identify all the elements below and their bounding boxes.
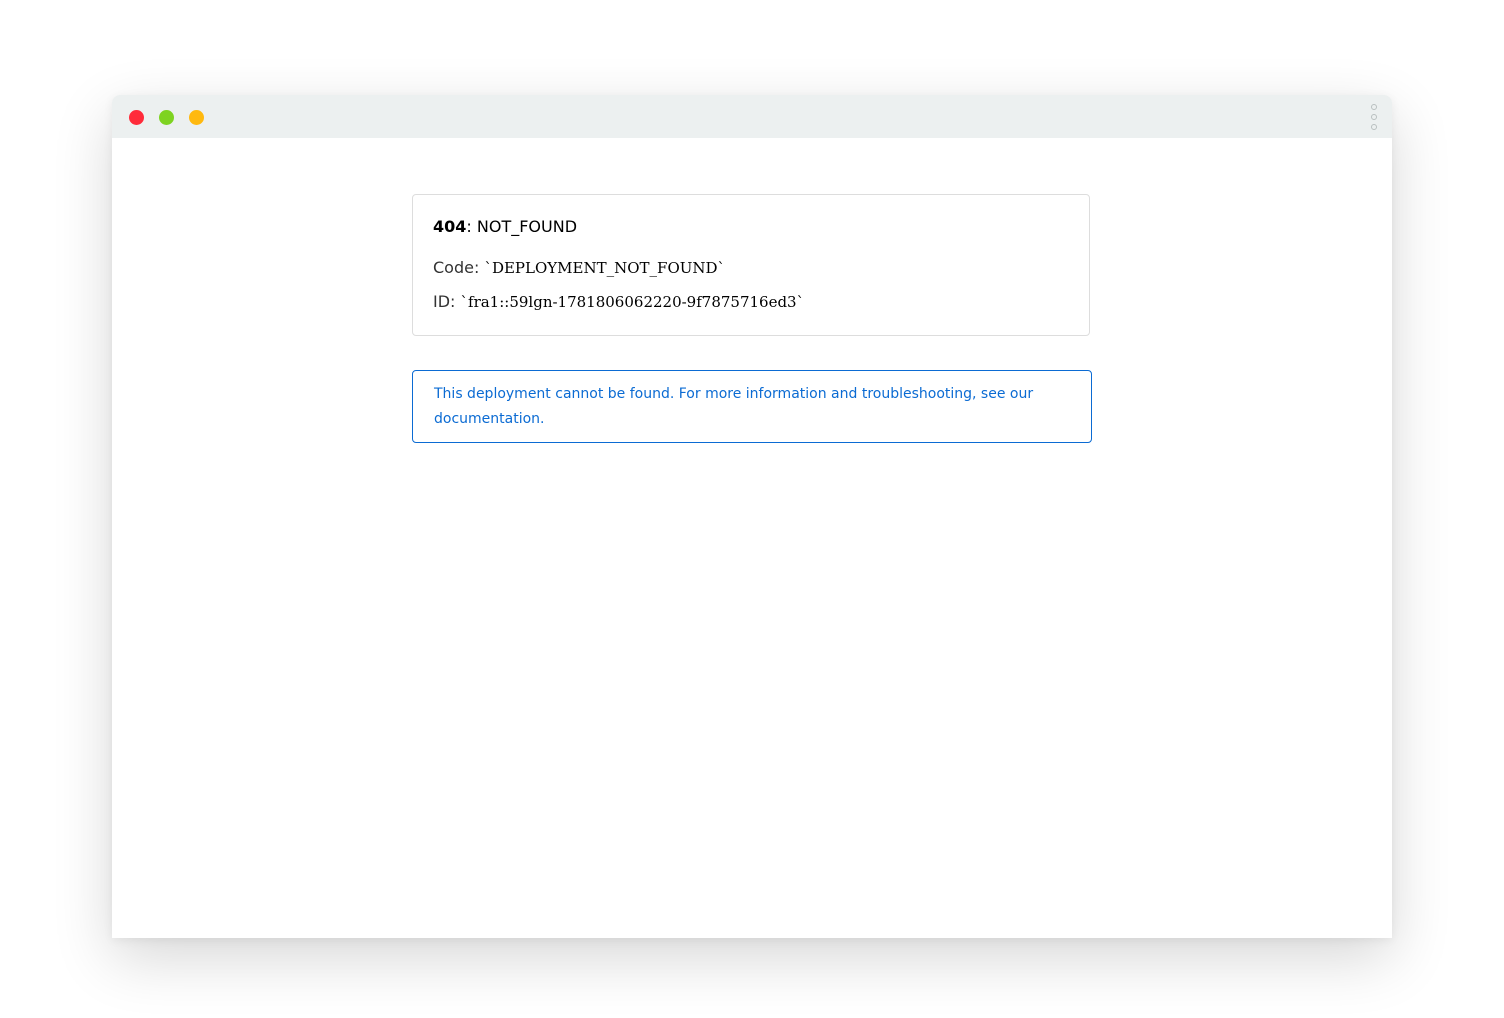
error-card: 404: NOT_FOUND Code: `DEPLOYMENT_NOT_FOU…	[412, 194, 1090, 336]
page-content: 404: NOT_FOUND Code: `DEPLOYMENT_NOT_FOU…	[112, 138, 1392, 938]
status-code: 404	[433, 217, 467, 236]
menu-dot	[1371, 104, 1377, 110]
error-code-line: Code: `DEPLOYMENT_NOT_FOUND`	[433, 257, 1069, 279]
status-text: NOT_FOUND	[476, 217, 578, 236]
info-message-text: This deployment cannot be found. For mor…	[434, 386, 1034, 402]
window-titlebar	[112, 95, 1392, 138]
error-id-label: ID:	[433, 292, 461, 311]
menu-dot	[1371, 124, 1377, 130]
error-headline: 404: NOT_FOUND	[433, 215, 1069, 239]
close-window-icon[interactable]	[129, 110, 144, 125]
maximize-window-icon[interactable]	[159, 110, 174, 125]
error-code-value: `DEPLOYMENT_NOT_FOUND`	[484, 259, 726, 277]
status-separator: :	[466, 217, 477, 236]
error-code-label: Code:	[433, 258, 485, 277]
documentation-link[interactable]: documentation.	[434, 411, 544, 427]
vertical-dots-menu-icon[interactable]	[1370, 104, 1378, 130]
page-stage: 404: NOT_FOUND Code: `DEPLOYMENT_NOT_FOU…	[0, 0, 1504, 1018]
menu-dot	[1371, 114, 1377, 120]
minimize-window-icon[interactable]	[189, 110, 204, 125]
error-id-value: `fra1::59lgn-1781806062220-9f7875716ed3`	[460, 293, 805, 311]
browser-window: 404: NOT_FOUND Code: `DEPLOYMENT_NOT_FOU…	[112, 95, 1392, 938]
error-id-line: ID: `fra1::59lgn-1781806062220-9f7875716…	[433, 291, 1069, 313]
info-message-box: This deployment cannot be found. For mor…	[412, 370, 1092, 443]
